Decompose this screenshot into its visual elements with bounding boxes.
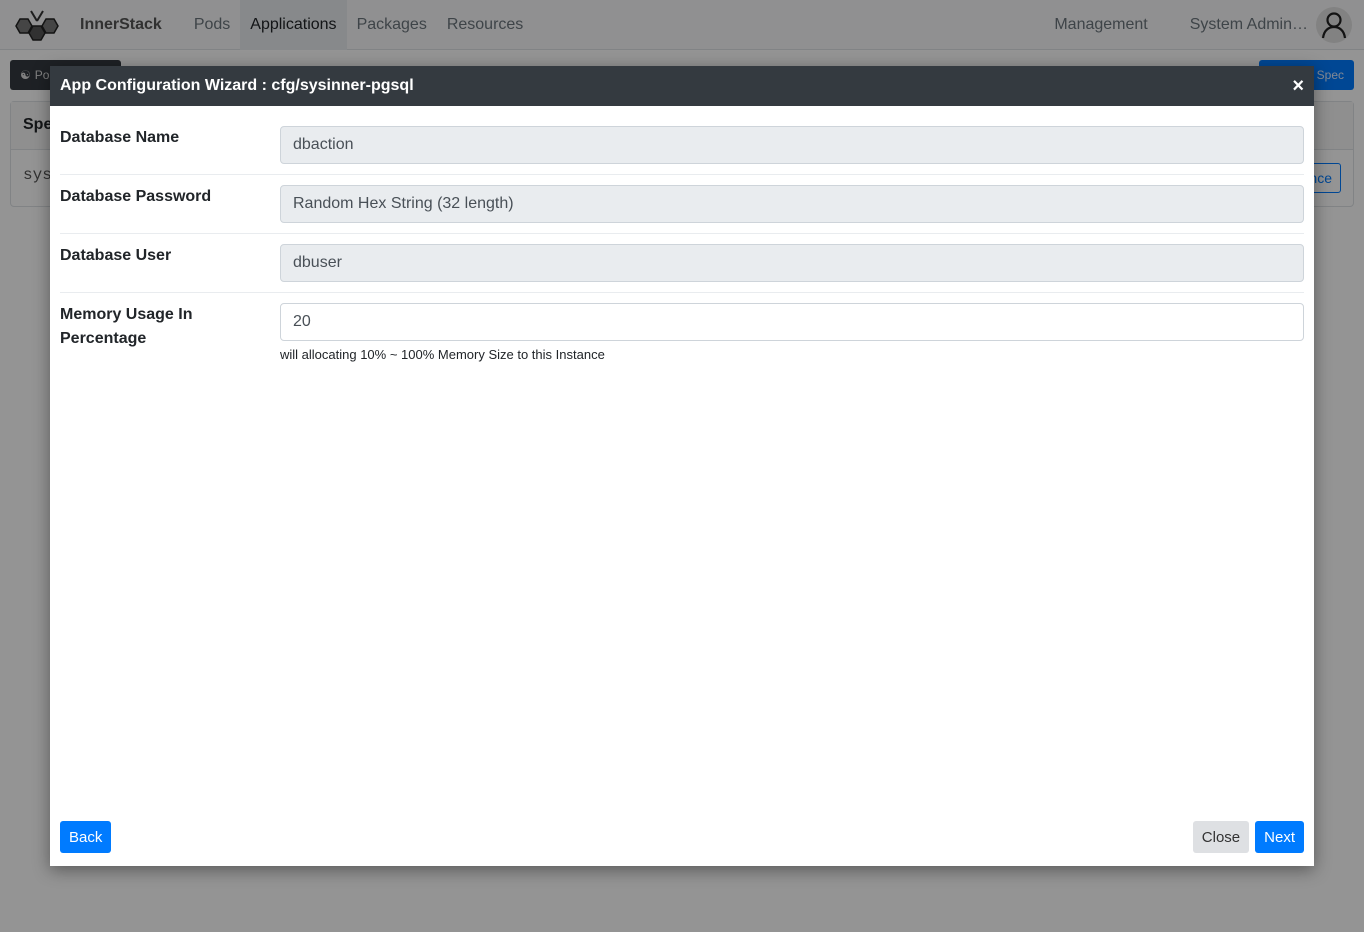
memory-usage-label: Memory Usage In Percentage — [60, 306, 193, 347]
form-row-database-name: Database Name — [60, 116, 1304, 175]
close-icon[interactable]: × — [1292, 76, 1304, 96]
form-row-database-user: Database User — [60, 234, 1304, 293]
database-name-label: Database Name — [60, 129, 180, 146]
modal-body: Database Name Database Password Database… — [50, 106, 1314, 372]
modal-footer: Back Close Next — [50, 808, 1314, 866]
database-name-input[interactable] — [280, 126, 1304, 164]
memory-usage-input[interactable] — [280, 303, 1304, 341]
database-user-input[interactable] — [280, 244, 1304, 282]
modal-header: App Configuration Wizard : cfg/sysinner-… — [50, 66, 1314, 106]
form-row-database-password: Database Password — [60, 175, 1304, 234]
next-button[interactable]: Next — [1255, 821, 1304, 853]
database-password-label: Database Password — [60, 188, 212, 205]
memory-usage-help: will allocating 10% ~ 100% Memory Size t… — [280, 347, 605, 362]
database-password-input[interactable] — [280, 185, 1304, 223]
form-row-memory-usage: Memory Usage In Percentage will allocati… — [60, 293, 1304, 372]
database-user-label: Database User — [60, 247, 172, 264]
app-config-wizard-modal: App Configuration Wizard : cfg/sysinner-… — [50, 66, 1314, 866]
back-button[interactable]: Back — [60, 821, 112, 853]
modal-title: App Configuration Wizard : cfg/sysinner-… — [60, 77, 414, 94]
close-button[interactable]: Close — [1192, 821, 1250, 853]
